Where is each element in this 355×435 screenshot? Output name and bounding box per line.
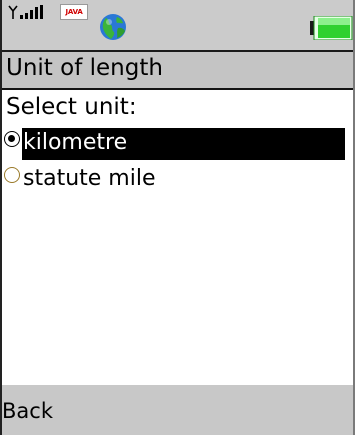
status-bar: JAVA [2,0,353,52]
option-kilometre[interactable]: kilometre [2,128,345,160]
signal-strength-icon [8,5,43,19]
back-softkey[interactable]: Back [2,399,53,423]
title-bar: Unit of length [2,52,353,90]
radio-checked-icon[interactable] [4,131,20,147]
phone-screen: JAVA Unit of length Select unit: kilomet… [0,0,355,435]
select-prompt: Select unit: [6,94,137,120]
battery-icon [310,16,353,40]
option-label: statute mile [23,166,156,191]
java-icon: JAVA [60,4,88,20]
content-area: Select unit: kilometre statute mile [2,90,353,385]
softkey-bar: Back [2,385,353,435]
option-statute-mile[interactable]: statute mile [2,164,342,196]
radio-unchecked-icon[interactable] [4,167,20,183]
screen-title: Unit of length [6,55,163,81]
option-label: kilometre [22,128,345,160]
globe-icon [100,14,126,40]
